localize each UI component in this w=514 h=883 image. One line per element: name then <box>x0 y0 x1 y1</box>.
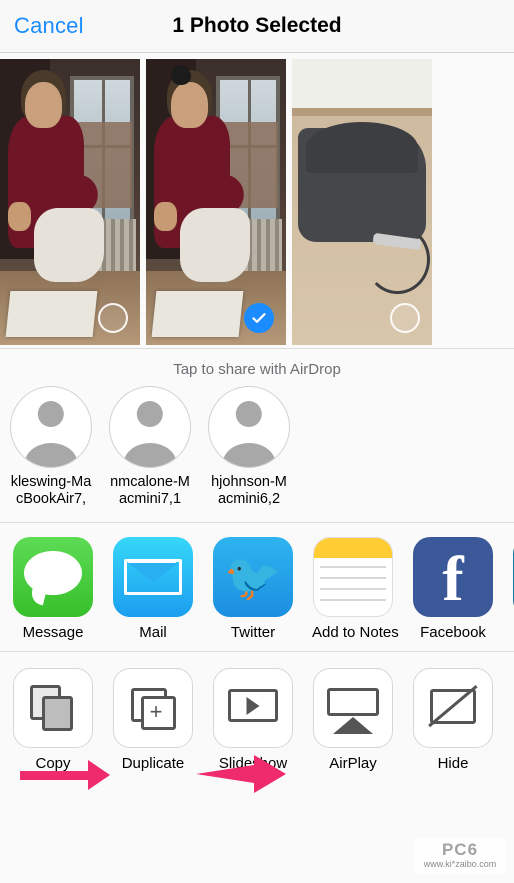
header-bar: Cancel 1 Photo Selected <box>0 0 514 53</box>
share-apps-section: Message Mail 🐦 Twitter Add to Notes f Fa… <box>0 523 514 652</box>
share-target-label: Add to Notes <box>312 624 399 641</box>
mail-icon <box>113 537 193 617</box>
notes-icon <box>313 537 393 617</box>
photo-select-circle-2-checked[interactable] <box>244 303 274 333</box>
photo-image-2 <box>146 59 286 345</box>
share-target-message[interactable]: Message <box>12 537 94 641</box>
action-label: Copy <box>35 755 71 772</box>
airplay-icon <box>313 668 393 748</box>
watermark: PC6 www.ki*zaibo.com <box>414 839 506 875</box>
photo-image-1 <box>0 59 140 345</box>
photo-image-3 <box>292 59 432 345</box>
duplicate-icon: + <box>113 668 193 748</box>
share-target-label: Facebook <box>420 624 486 641</box>
share-target-mail[interactable]: Mail <box>112 537 194 641</box>
avatar <box>109 386 191 468</box>
cancel-button[interactable]: Cancel <box>14 13 84 39</box>
action-label: Duplicate <box>121 755 185 772</box>
airdrop-contact-label: nmcalone-Macmini7,1 <box>110 474 190 507</box>
watermark-logo: PC6 <box>441 840 479 859</box>
share-target-label: Twitter <box>230 624 276 641</box>
message-icon <box>13 537 93 617</box>
checkmark-icon <box>252 313 266 323</box>
photo-select-circle-1[interactable] <box>98 303 128 333</box>
share-sheet-screen: Cancel 1 Photo Selected Tap to share wit… <box>0 0 514 883</box>
airdrop-contacts-row[interactable]: kleswing-MacBookAir7, nmcalone-Macmini7,… <box>0 386 514 508</box>
avatar <box>10 386 92 468</box>
airdrop-contact[interactable]: hjohnson-Macmini6,2 <box>208 386 290 508</box>
photo-thumbnail-2[interactable] <box>146 59 286 345</box>
photo-strip[interactable] <box>0 53 514 349</box>
airdrop-contact-label: hjohnson-Macmini6,2 <box>211 474 287 507</box>
share-apps-row[interactable]: Message Mail 🐦 Twitter Add to Notes f Fa… <box>0 537 514 641</box>
airdrop-contact[interactable]: kleswing-MacBookAir7, <box>10 386 92 508</box>
actions-section: Copy + Duplicate Slideshow AirPlay Hide <box>0 652 514 780</box>
airdrop-section: Tap to share with AirDrop kleswing-MacBo… <box>0 349 514 523</box>
watermark-url: www.ki*zaibo.com <box>423 858 497 869</box>
photo-select-circle-3[interactable] <box>390 303 420 333</box>
copy-icon <box>13 668 93 748</box>
action-hide[interactable]: Hide <box>412 668 494 772</box>
action-copy[interactable]: Copy <box>12 668 94 772</box>
slideshow-icon <box>213 668 293 748</box>
share-target-notes[interactable]: Add to Notes <box>312 537 399 641</box>
airdrop-hint: Tap to share with AirDrop <box>173 361 341 378</box>
twitter-icon: 🐦 <box>213 537 293 617</box>
share-target-label: Mail <box>139 624 167 641</box>
facebook-icon: f <box>413 537 493 617</box>
action-label: Hide <box>437 755 469 772</box>
action-label: AirPlay <box>329 755 377 772</box>
photo-thumbnail-1[interactable] <box>0 59 140 345</box>
photo-thumbnail-3[interactable] <box>292 59 432 345</box>
actions-row[interactable]: Copy + Duplicate Slideshow AirPlay Hide <box>0 668 514 772</box>
action-duplicate[interactable]: + Duplicate <box>112 668 194 772</box>
airdrop-contact-label: kleswing-MacBookAir7, <box>10 474 92 507</box>
airdrop-contact[interactable]: nmcalone-Macmini7,1 <box>109 386 191 508</box>
share-target-facebook[interactable]: f Facebook <box>412 537 494 641</box>
action-label: Slideshow <box>218 755 288 772</box>
share-target-twitter[interactable]: 🐦 Twitter <box>212 537 294 641</box>
share-target-label: Message <box>22 624 84 641</box>
action-slideshow[interactable]: Slideshow <box>212 668 294 772</box>
hide-icon <box>413 668 493 748</box>
avatar <box>208 386 290 468</box>
action-airplay[interactable]: AirPlay <box>312 668 394 772</box>
